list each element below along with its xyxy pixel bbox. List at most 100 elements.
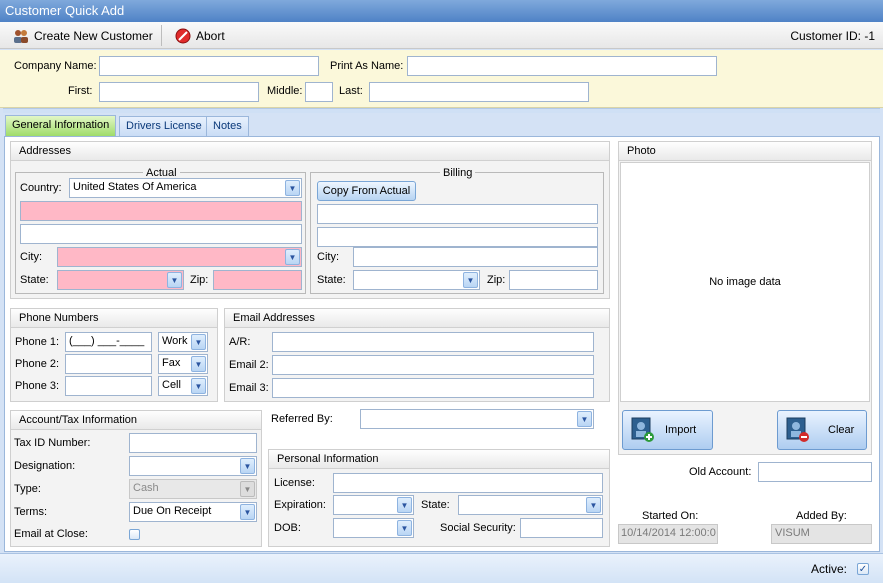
chevron-down-icon: ▼ — [397, 497, 412, 513]
state-select[interactable]: ▼ — [57, 270, 184, 290]
chevron-down-icon: ▼ — [285, 180, 300, 196]
tab-notes[interactable]: Notes — [206, 116, 249, 136]
email-ar-input[interactable] — [272, 332, 594, 352]
abort-icon — [175, 28, 191, 44]
license-label: License: — [274, 477, 315, 489]
company-name-input[interactable] — [99, 56, 319, 76]
active-label: Active: — [811, 562, 848, 576]
phone2-label: Phone 2: — [15, 358, 60, 370]
toolbar-separator — [161, 25, 162, 46]
toolbar: Create New Customer Abort Customer ID: -… — [0, 22, 883, 49]
active-checkbox[interactable]: ✓ — [857, 563, 869, 575]
first-name-input[interactable] — [99, 82, 259, 102]
old-account-input[interactable] — [758, 462, 872, 482]
chevron-down-icon: ▼ — [240, 481, 255, 497]
middle-name-input[interactable] — [305, 82, 333, 102]
dob-select[interactable]: ▼ — [333, 518, 414, 538]
abort-button[interactable]: Abort — [175, 26, 225, 46]
first-name-label: First: — [68, 85, 93, 97]
clear-label: Clear — [828, 424, 855, 436]
phone3-type-select[interactable]: Cell ▼ — [158, 376, 208, 396]
chevron-down-icon: ▼ — [191, 334, 206, 350]
email2-input[interactable] — [272, 355, 594, 375]
email-at-close-label: Email at Close: — [14, 528, 88, 540]
billing-city-label: City: — [317, 251, 339, 263]
expiration-label: Expiration: — [274, 499, 326, 511]
import-label: Import — [665, 424, 697, 436]
type-label: Type: — [14, 483, 41, 495]
chevron-down-icon: ▼ — [240, 504, 255, 520]
license-input[interactable] — [333, 473, 603, 493]
dl-state-select[interactable]: ▼ — [458, 495, 603, 515]
tax-id-label: Tax ID Number: — [14, 437, 91, 449]
zip-input[interactable] — [213, 270, 302, 290]
designation-label: Designation: — [14, 460, 76, 472]
splitter-handle[interactable] — [3, 108, 880, 113]
photo-title: Photo — [619, 142, 871, 161]
account-tax-title: Account/Tax Information — [11, 411, 261, 430]
phone3-label: Phone 3: — [15, 380, 60, 392]
email2-label: Email 2: — [229, 359, 269, 371]
abort-label: Abort — [196, 29, 225, 43]
phone1-label: Phone 1: — [15, 336, 60, 348]
email3-label: Email 3: — [229, 382, 269, 394]
referred-by-label: Referred By: — [271, 413, 333, 425]
phone1-type-select[interactable]: Work ▼ — [158, 332, 208, 352]
billing-state-select[interactable]: ▼ — [353, 270, 480, 290]
referred-by-select[interactable]: ▼ — [360, 409, 594, 429]
city-label: City: — [20, 251, 42, 263]
country-select[interactable]: United States Of America ▼ — [69, 178, 302, 198]
billing-city-input[interactable] — [353, 247, 598, 267]
phone2-type-select[interactable]: Fax ▼ — [158, 354, 208, 374]
billing-zip-input[interactable] — [509, 270, 598, 290]
company-name-label: Company Name: — [14, 60, 97, 72]
dob-label: DOB: — [274, 522, 301, 534]
email-at-close-checkbox[interactable] — [129, 529, 140, 540]
phone3-input[interactable] — [65, 376, 152, 396]
import-button[interactable]: Import — [622, 410, 713, 450]
tax-id-input[interactable] — [129, 433, 257, 453]
country-label: Country: — [20, 182, 62, 194]
last-name-input[interactable] — [369, 82, 589, 102]
chevron-down-icon: ▼ — [167, 272, 182, 288]
clear-photo-icon — [786, 417, 809, 442]
terms-value: Due On Receipt — [133, 505, 212, 517]
added-by-value: VISUM — [771, 524, 872, 544]
billing-state-label: State: — [317, 274, 346, 286]
personal-information-title: Personal Information — [269, 450, 609, 469]
phone1-input[interactable]: (___) ___-____ — [65, 332, 152, 352]
customers-icon — [14, 30, 28, 43]
chevron-down-icon: ▼ — [191, 378, 206, 394]
chevron-down-icon: ▼ — [191, 356, 206, 372]
phone1-type-value: Work — [162, 335, 188, 347]
billing-line2-input[interactable] — [317, 227, 598, 247]
status-bar: Active: ✓ — [0, 553, 883, 583]
address-line2-input[interactable] — [20, 224, 302, 244]
email-addresses-title: Email Addresses — [225, 309, 609, 328]
designation-select[interactable]: ▼ — [129, 456, 257, 476]
clear-button[interactable]: Clear — [777, 410, 867, 450]
terms-select[interactable]: Due On Receipt ▼ — [129, 502, 257, 522]
phone-numbers-title: Phone Numbers — [11, 309, 217, 328]
address-line1-input[interactable] — [20, 201, 302, 221]
chevron-down-icon: ▼ — [285, 249, 300, 265]
print-as-name-input[interactable] — [407, 56, 717, 76]
city-select[interactable]: ▼ — [57, 247, 302, 267]
create-new-customer-button[interactable]: Create New Customer — [12, 26, 153, 46]
terms-label: Terms: — [14, 506, 47, 518]
addresses-title: Addresses — [11, 142, 609, 161]
social-security-input[interactable] — [520, 518, 603, 538]
billing-zip-label: Zip: — [487, 274, 506, 286]
billing-line1-input[interactable] — [317, 204, 598, 224]
copy-from-actual-button[interactable]: Copy From Actual — [317, 181, 416, 201]
phone2-input[interactable] — [65, 354, 152, 374]
tab-drivers-license[interactable]: Drivers License — [119, 116, 209, 136]
type-value: Cash — [133, 482, 159, 494]
photo-display: No image data — [620, 162, 870, 402]
state-label: State: — [20, 274, 49, 286]
tab-general-information[interactable]: General Information — [5, 115, 117, 136]
last-name-label: Last: — [339, 85, 363, 97]
expiration-select[interactable]: ▼ — [333, 495, 414, 515]
type-select: Cash ▼ — [129, 479, 257, 499]
email3-input[interactable] — [272, 378, 594, 398]
